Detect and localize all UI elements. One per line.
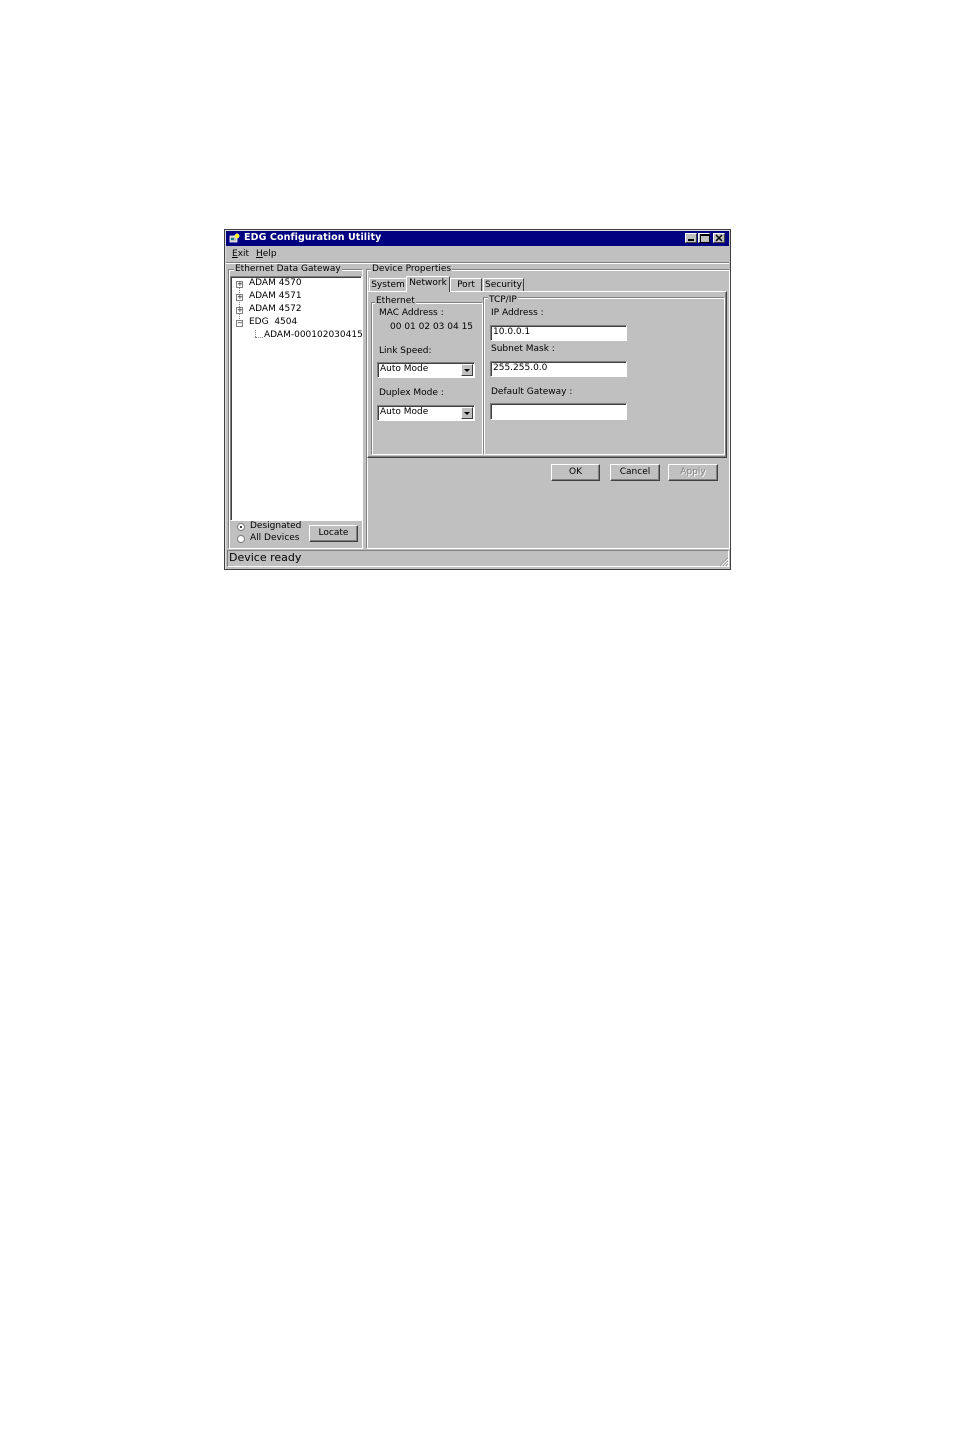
mac-address-value: 00 01 02 03 04 15: [390, 322, 474, 332]
ip-address-label: IP Address :: [491, 308, 544, 318]
collapse-icon[interactable]: −: [236, 320, 243, 327]
close-button[interactable]: [713, 233, 725, 243]
menu-help[interactable]: Help: [256, 249, 277, 259]
tree-item-adam-4571[interactable]: ADAM 4571: [249, 291, 302, 302]
title-bar[interactable]: EDG Configuration Utility: [226, 231, 729, 246]
tab-port[interactable]: Port: [450, 278, 482, 292]
status-text: Device ready: [229, 551, 302, 564]
status-bar: [227, 550, 729, 567]
minimize-button[interactable]: [685, 233, 697, 243]
app-icon: [229, 233, 240, 243]
maximize-icon: [700, 234, 710, 243]
tree-item-adam-4572[interactable]: ADAM 4572: [249, 304, 302, 315]
tab-system[interactable]: System: [369, 278, 407, 292]
tree-line: [239, 284, 240, 323]
duplex-mode-select[interactable]: Auto Mode: [377, 405, 475, 421]
tree-line: [255, 337, 263, 338]
tab-security[interactable]: Security: [483, 278, 524, 292]
default-gateway-label: Default Gateway :: [491, 387, 573, 397]
tcpip-group-label: TCP/IP: [488, 295, 518, 305]
device-properties-label: Device Properties: [371, 264, 453, 274]
expand-icon[interactable]: +: [236, 307, 243, 314]
link-speed-select[interactable]: Auto Mode: [377, 362, 475, 378]
all-devices-radio[interactable]: [237, 535, 245, 543]
subnet-mask-input[interactable]: 255.255.0.0: [490, 361, 627, 377]
all-devices-label: All Devices: [250, 533, 300, 543]
default-gateway-input[interactable]: [490, 403, 627, 420]
apply-button[interactable]: Apply: [668, 464, 718, 481]
window-title: EDG Configuration Utility: [244, 232, 382, 243]
designated-label: Designated: [250, 521, 302, 531]
resize-grip-icon[interactable]: [718, 556, 729, 567]
chevron-down-icon[interactable]: [461, 364, 473, 376]
expand-icon[interactable]: +: [236, 281, 243, 288]
ethernet-group-label: Ethernet: [375, 296, 416, 306]
duplex-mode-value: Auto Mode: [380, 407, 429, 417]
tree-item-edg-4504[interactable]: EDG 4504: [249, 317, 297, 328]
ip-address-input[interactable]: 10.0.0.1: [490, 325, 627, 341]
cancel-button[interactable]: Cancel: [610, 464, 660, 481]
subnet-mask-label: Subnet Mask :: [491, 344, 555, 354]
mac-address-label: MAC Address :: [379, 308, 444, 318]
link-speed-label: Link Speed:: [379, 346, 432, 356]
menu-exit-label: xit: [237, 249, 250, 259]
tree-line: [255, 330, 256, 337]
maximize-button[interactable]: [698, 233, 710, 243]
menu-exit[interactable]: Exit: [232, 249, 249, 259]
gateway-group-label: Ethernet Data Gateway: [234, 264, 342, 274]
ok-button[interactable]: OK: [551, 464, 600, 481]
locate-button[interactable]: Locate: [309, 525, 358, 542]
menu-help-label: elp: [262, 249, 277, 259]
expand-icon[interactable]: +: [236, 294, 243, 301]
tab-network[interactable]: Network: [406, 276, 450, 292]
tree-item-adam-device[interactable]: ADAM-000102030415: [264, 330, 363, 341]
link-speed-value: Auto Mode: [380, 364, 429, 374]
close-icon: [715, 234, 723, 242]
chevron-down-icon[interactable]: [461, 407, 473, 419]
designated-radio[interactable]: [237, 523, 245, 531]
minimize-icon: [688, 239, 694, 241]
tree-item-adam-4570[interactable]: ADAM 4570: [249, 278, 302, 289]
duplex-mode-label: Duplex Mode :: [379, 388, 444, 398]
menu-help-mnemonic: H: [256, 249, 263, 259]
